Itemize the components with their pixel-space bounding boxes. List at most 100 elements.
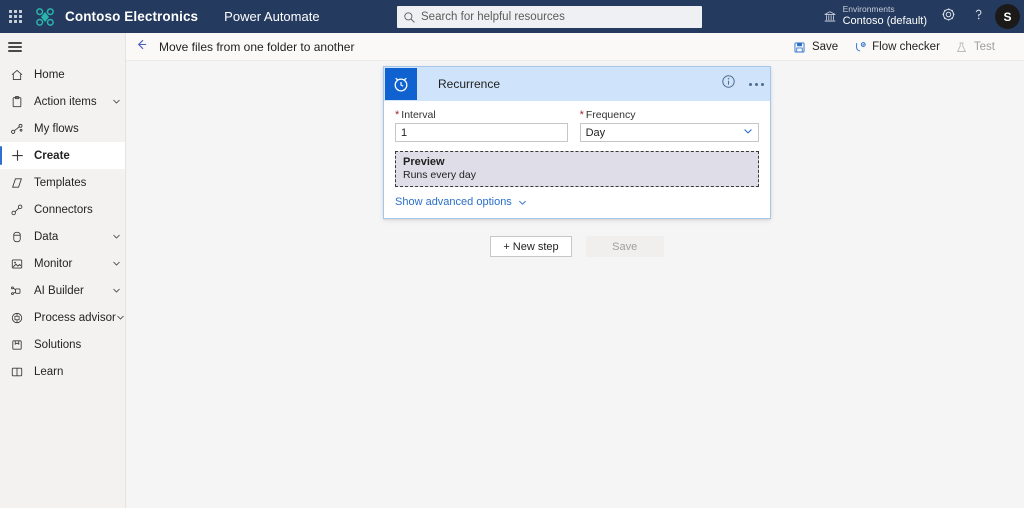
sidebar-item-create[interactable]: Create: [0, 142, 125, 169]
chevron-down-icon: [517, 197, 528, 208]
sidebar-item-solutions[interactable]: Solutions: [0, 331, 125, 358]
sidebar-item-my-flows[interactable]: My flows: [0, 115, 125, 142]
command-bar-actions: Save Flow checker Test: [785, 33, 1002, 61]
sidebar-item-process-advisor[interactable]: Process advisor: [0, 304, 125, 331]
preview-box: Preview Runs every day: [395, 151, 759, 187]
chevron-down-icon[interactable]: [116, 313, 125, 322]
flow-checker-icon: [852, 41, 868, 54]
save-flow-button: Save: [585, 236, 664, 257]
sidebar-item-label: Create: [34, 149, 70, 162]
sidebar-item-label: Solutions: [34, 338, 82, 351]
sidebar-item-label: Connectors: [34, 203, 93, 216]
new-step-button[interactable]: + New step: [490, 236, 572, 257]
sidebar-item-learn[interactable]: Learn: [0, 358, 125, 385]
info-button[interactable]: [714, 67, 742, 101]
frequency-dropdown[interactable]: Day: [579, 123, 759, 142]
avatar[interactable]: S: [995, 4, 1020, 29]
designer-footer-buttons: + New step Save: [383, 236, 771, 257]
test-button-label: Test: [973, 41, 995, 53]
card-header[interactable]: Recurrence: [384, 67, 770, 101]
ellipsis-icon: [748, 82, 764, 86]
learn-book-icon: [6, 361, 28, 383]
required-marker: *: [395, 108, 400, 121]
process-advisor-icon: [6, 307, 28, 329]
preview-text: Runs every day: [403, 169, 476, 181]
sidebar-item-connectors[interactable]: Connectors: [0, 196, 125, 223]
chevron-down-icon[interactable]: [107, 97, 125, 106]
sidebar-item-action-items[interactable]: Action items: [0, 88, 125, 115]
plus-icon: [6, 145, 28, 167]
waffle-button[interactable]: [0, 0, 30, 33]
save-disk-icon: [792, 41, 808, 54]
chevron-down-icon[interactable]: [107, 232, 125, 241]
sidebar-item-label: My flows: [34, 122, 79, 135]
more-options-button[interactable]: [742, 67, 770, 101]
sidebar-item-label: Process advisor: [34, 311, 116, 324]
recurrence-fields-row: * Interval * Frequency Day: [395, 109, 759, 142]
chevron-down-icon[interactable]: [107, 259, 125, 268]
search-input[interactable]: [421, 7, 686, 27]
sidebar: Home Action items My flows Create Templa…: [0, 33, 126, 508]
home-icon: [6, 64, 28, 86]
monitor-icon: [6, 253, 28, 275]
suite-header-bar: Contoso Electronics Power Automate Searc…: [0, 0, 1024, 33]
recurrence-trigger-card[interactable]: Recurrence * Interval 1 * Frequency Day …: [383, 66, 771, 219]
sidebar-item-label: Home: [34, 68, 65, 81]
required-marker: *: [579, 108, 584, 121]
test-flask-icon: [954, 41, 970, 54]
back-button[interactable]: [126, 33, 156, 61]
save-button-label: Save: [811, 41, 839, 53]
help-button[interactable]: [963, 0, 993, 33]
environment-icon: [819, 10, 841, 24]
brand-name[interactable]: Contoso Electronics: [65, 9, 198, 24]
environment-value: Contoso (default): [842, 14, 927, 27]
suite-bar-right-actions: Environments Contoso (default) S: [815, 0, 1024, 33]
sidebar-item-monitor[interactable]: Monitor: [0, 250, 125, 277]
ai-builder-icon: [6, 280, 28, 302]
sidebar-item-label: AI Builder: [34, 284, 84, 297]
show-advanced-options-link[interactable]: Show advanced options: [395, 196, 759, 208]
search-box[interactable]: [397, 6, 702, 28]
sidebar-item-label: Templates: [34, 176, 87, 189]
flow-designer-canvas: Recurrence * Interval 1 * Frequency Day …: [127, 61, 1024, 508]
show-advanced-options-label: Show advanced options: [395, 196, 512, 208]
interval-label: * Interval: [395, 109, 568, 121]
sidebar-item-home[interactable]: Home: [0, 61, 125, 88]
clipboard-icon: [6, 91, 28, 113]
settings-button[interactable]: [933, 0, 963, 33]
gear-icon: [941, 7, 956, 27]
frequency-field: * Frequency Day: [579, 109, 759, 142]
flow-checker-button-label: Flow checker: [872, 41, 940, 53]
sidebar-item-label: Learn: [34, 365, 64, 378]
sidebar-item-ai-builder[interactable]: AI Builder: [0, 277, 125, 304]
alarm-clock-icon: [385, 68, 417, 100]
hamburger-menu-button[interactable]: [0, 33, 126, 61]
interval-input[interactable]: [395, 123, 568, 142]
waffle-grid-icon: [8, 10, 22, 23]
interval-label-text: Interval: [401, 109, 436, 121]
database-icon: [6, 226, 28, 248]
card-title: Recurrence: [438, 77, 501, 91]
card-body: * Interval * Frequency Day: [384, 101, 770, 208]
frequency-label-text: Frequency: [585, 109, 636, 121]
contoso-drone-logo: [32, 4, 58, 30]
flow-checker-button[interactable]: Flow checker: [845, 33, 947, 61]
flow-icon: [6, 118, 28, 140]
frequency-selected-value: Day: [585, 126, 606, 139]
preview-title: Preview: [403, 156, 445, 168]
test-button: Test: [947, 33, 1002, 61]
sidebar-item-label: Action items: [34, 95, 97, 108]
sidebar-item-data[interactable]: Data: [0, 223, 125, 250]
info-circle-icon: [721, 74, 736, 94]
sidebar-item-label: Monitor: [34, 257, 73, 270]
app-name[interactable]: Power Automate: [224, 9, 319, 24]
save-button[interactable]: Save: [785, 33, 845, 61]
environment-selector[interactable]: Environments Contoso (default): [815, 0, 933, 33]
question-mark-icon: [971, 7, 986, 27]
command-bar: Move files from one folder to another Sa…: [126, 33, 1024, 61]
chevron-down-icon[interactable]: [107, 286, 125, 295]
frequency-label: * Frequency: [580, 109, 759, 121]
sidebar-item-templates[interactable]: Templates: [0, 169, 125, 196]
back-arrow-icon: [134, 37, 149, 57]
chevron-down-icon: [742, 124, 754, 142]
